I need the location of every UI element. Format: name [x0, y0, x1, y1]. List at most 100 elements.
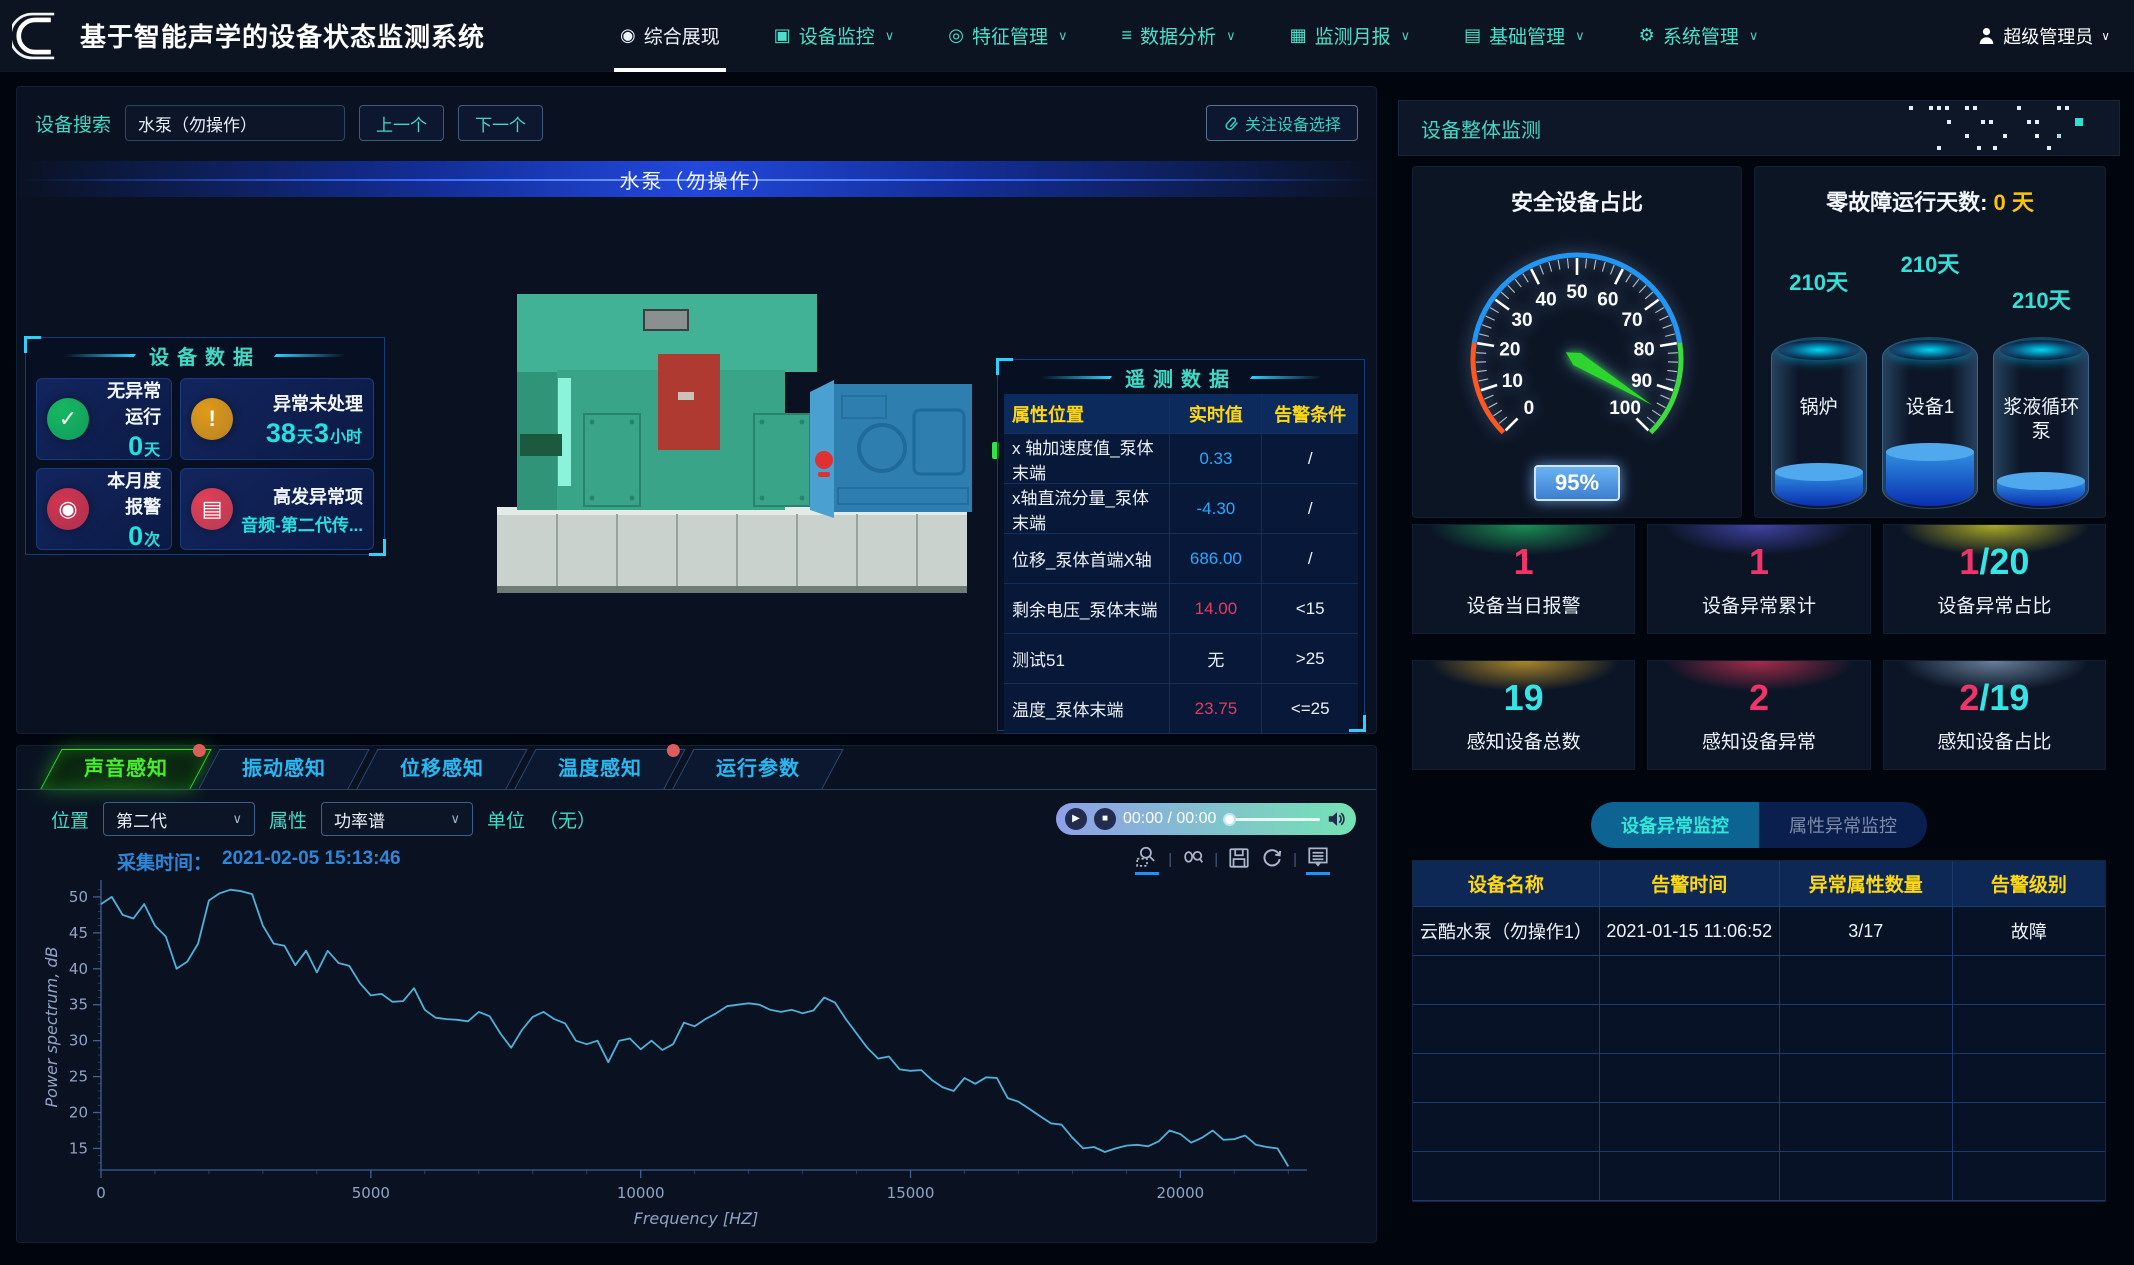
- telemetry-condition: /: [1262, 434, 1358, 483]
- telemetry-title: 遥测数据: [998, 360, 1364, 394]
- main-nav: ◉综合展现▣设备监控∨◎特征管理∨≡数据分析∨▦监测月报∨▤基础管理∨⚙系统管理…: [620, 0, 1758, 72]
- device-data-value: 0次: [97, 521, 161, 552]
- nav-item-label: 基础管理: [1489, 22, 1565, 49]
- svg-text:20000: 20000: [1157, 1184, 1205, 1202]
- telemetry-row: 测试51无>25: [1004, 634, 1358, 684]
- telemetry-header: 属性位置: [1004, 394, 1170, 433]
- nav-item-6[interactable]: ▤基础管理∨: [1464, 0, 1585, 72]
- device-data-card: ✓无异常运行0天: [36, 378, 172, 460]
- alarm-cell: 3/17: [1780, 907, 1953, 955]
- next-device-button[interactable]: 下一个: [458, 105, 543, 141]
- svg-text:10000: 10000: [617, 1184, 665, 1202]
- device-data-card: ◉本月度报警0次: [36, 468, 172, 550]
- sense-tab-2[interactable]: 振动感知: [198, 749, 369, 789]
- layers-icon: ▤: [1464, 25, 1481, 46]
- device-3d-panel: 设备搜索 上一个 下一个 关注设备选择 水泵（勿操作）: [16, 86, 1377, 734]
- alert-dot: [193, 744, 206, 757]
- zoom-reset-icon[interactable]: [1181, 846, 1205, 874]
- cylinder-name: 浆液循环泵: [1994, 396, 2088, 444]
- svg-text:Frequency [HZ]: Frequency [HZ]: [634, 1209, 759, 1228]
- nav-item-label: 监测月报: [1315, 22, 1391, 49]
- stop-button[interactable]: ■: [1094, 808, 1116, 830]
- cylinder-days: 210天: [1789, 265, 1848, 297]
- svg-text:80: 80: [1634, 339, 1655, 360]
- sense-tab-3[interactable]: 位移感知: [356, 749, 527, 789]
- telemetry-value: 14.00: [1170, 584, 1262, 633]
- pump-3d-model[interactable]: [462, 292, 1002, 622]
- svg-text:5000: 5000: [352, 1184, 390, 1202]
- telemetry-row: 剩余电压_泵体末端14.00<15: [1004, 584, 1358, 634]
- player-seek-slider[interactable]: [1223, 818, 1320, 821]
- sense-tab-1[interactable]: 声音感知: [40, 749, 211, 789]
- follow-device-label: 关注设备选择: [1245, 111, 1341, 135]
- toolbar-separator: |: [1214, 851, 1218, 868]
- attribute-value: 功率谱: [334, 807, 385, 832]
- stat-card-1: 1设备当日报警: [1412, 524, 1635, 634]
- svg-text:20: 20: [69, 1104, 88, 1122]
- chevron-down-icon: ∨: [1749, 28, 1759, 44]
- attribute-select[interactable]: 功率谱∨: [321, 802, 473, 836]
- svg-text:20: 20: [1499, 339, 1520, 360]
- play-button[interactable]: ▶: [1065, 808, 1087, 830]
- alarm-tab-2[interactable]: 属性异常监控: [1759, 802, 1927, 848]
- stat-label: 设备异常占比: [1884, 591, 2105, 618]
- check-circle-icon: ✓: [47, 398, 89, 440]
- telemetry-attr: x轴直流分量_泵体末端: [1004, 484, 1170, 533]
- user-menu[interactable]: 超级管理员 ∨: [1978, 23, 2110, 49]
- telemetry-row: 位移_泵体首端X轴686.00/: [1004, 534, 1358, 584]
- gauge-card: 安全设备占比 0102030405060708090100 95%: [1412, 166, 1742, 518]
- cylinder-2: 210天设备1: [1878, 239, 1982, 509]
- prev-device-button[interactable]: 上一个: [359, 105, 444, 141]
- alarm-tab-1[interactable]: 设备异常监控: [1591, 802, 1759, 848]
- alert-dot: [667, 744, 680, 757]
- stat-card-5: 2感知设备异常: [1647, 660, 1870, 770]
- save-image-icon[interactable]: [1227, 846, 1251, 874]
- sense-tab-label: 声音感知: [52, 750, 200, 788]
- data-zoom-icon[interactable]: [1135, 844, 1159, 875]
- data-view-icon[interactable]: [1306, 844, 1330, 875]
- stat-label: 感知设备总数: [1413, 727, 1634, 754]
- volume-icon[interactable]: [1327, 810, 1347, 828]
- capture-time-row: 采集时间： 2021-02-05 15:13:46: [117, 848, 401, 875]
- zero-fault-value: 0 天: [1994, 190, 2034, 215]
- alarm-header-cell: 异常属性数量: [1780, 861, 1953, 906]
- sense-tab-4[interactable]: 温度感知: [514, 749, 685, 789]
- telemetry-condition: /: [1262, 484, 1358, 533]
- nav-item-label: 设备监控: [799, 22, 875, 49]
- zero-fault-title: 零故障运行天数: 0 天: [1755, 185, 2105, 217]
- svg-text:45: 45: [69, 924, 88, 942]
- device-search-input[interactable]: [125, 105, 345, 141]
- alarm-empty-row: [1413, 1054, 2105, 1103]
- slider-thumb[interactable]: [1223, 813, 1236, 826]
- nav-item-7[interactable]: ⚙系统管理∨: [1639, 0, 1759, 72]
- svg-text:25: 25: [69, 1068, 88, 1086]
- telemetry-condition: <15: [1262, 584, 1358, 633]
- telemetry-value: 686.00: [1170, 534, 1262, 583]
- zero-fault-card: 零故障运行天数: 0 天 210天锅炉210天设备1210天浆液循环泵: [1754, 166, 2106, 518]
- telemetry-header: 告警条件: [1262, 394, 1358, 433]
- nav-item-label: 综合展现: [644, 22, 720, 49]
- position-select[interactable]: 第二代∨: [103, 802, 255, 836]
- svg-text:90: 90: [1631, 371, 1652, 392]
- telemetry-value: -4.30: [1170, 484, 1262, 533]
- telemetry-value: 无: [1170, 634, 1262, 683]
- restore-icon[interactable]: [1260, 846, 1284, 874]
- chevron-down-icon: ∨: [1226, 28, 1236, 44]
- nav-item-4[interactable]: ≡数据分析∨: [1122, 0, 1236, 72]
- sense-tab-5[interactable]: 运行参数: [672, 749, 843, 789]
- nav-item-5[interactable]: ▦监测月报∨: [1290, 0, 1411, 72]
- nav-item-2[interactable]: ▣设备监控∨: [774, 0, 895, 72]
- svg-text:0: 0: [1524, 398, 1535, 419]
- app-logo: [12, 6, 66, 66]
- stat-label: 设备当日报警: [1413, 591, 1634, 618]
- device-search-row: 设备搜索 上一个 下一个 关注设备选择: [35, 103, 1358, 143]
- nav-item-label: 系统管理: [1663, 22, 1739, 49]
- nav-item-1[interactable]: ◉综合展现: [620, 0, 720, 72]
- svg-text:15000: 15000: [887, 1184, 935, 1202]
- telemetry-attr: 温度_泵体末端: [1004, 684, 1170, 733]
- cylinder-liquid: [1775, 472, 1863, 506]
- nav-item-3[interactable]: ◎特征管理∨: [948, 0, 1067, 72]
- follow-device-button[interactable]: 关注设备选择: [1206, 105, 1358, 141]
- sense-tab-label: 温度感知: [526, 750, 674, 788]
- spectrum-chart[interactable]: 152025303540455005000100001500020000Freq…: [39, 874, 1359, 1236]
